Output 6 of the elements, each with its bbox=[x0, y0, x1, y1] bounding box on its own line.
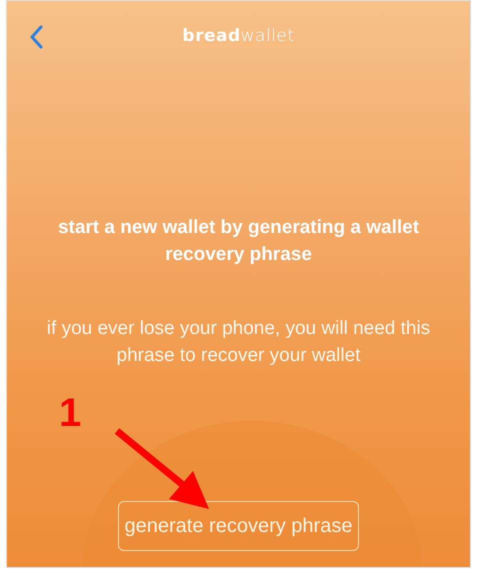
app-logo: breadwallet bbox=[182, 25, 295, 48]
back-chevron-icon[interactable] bbox=[29, 25, 43, 49]
heading: start a new wallet by generating a wallet recovery phrase bbox=[56, 216, 420, 267]
generate-recovery-phrase-button[interactable]: generate recovery phrase bbox=[118, 501, 360, 552]
annotation-number: 1 bbox=[59, 393, 82, 433]
description: if you ever lose your phone, you will need this phrase to recover your wallet bbox=[46, 317, 432, 368]
